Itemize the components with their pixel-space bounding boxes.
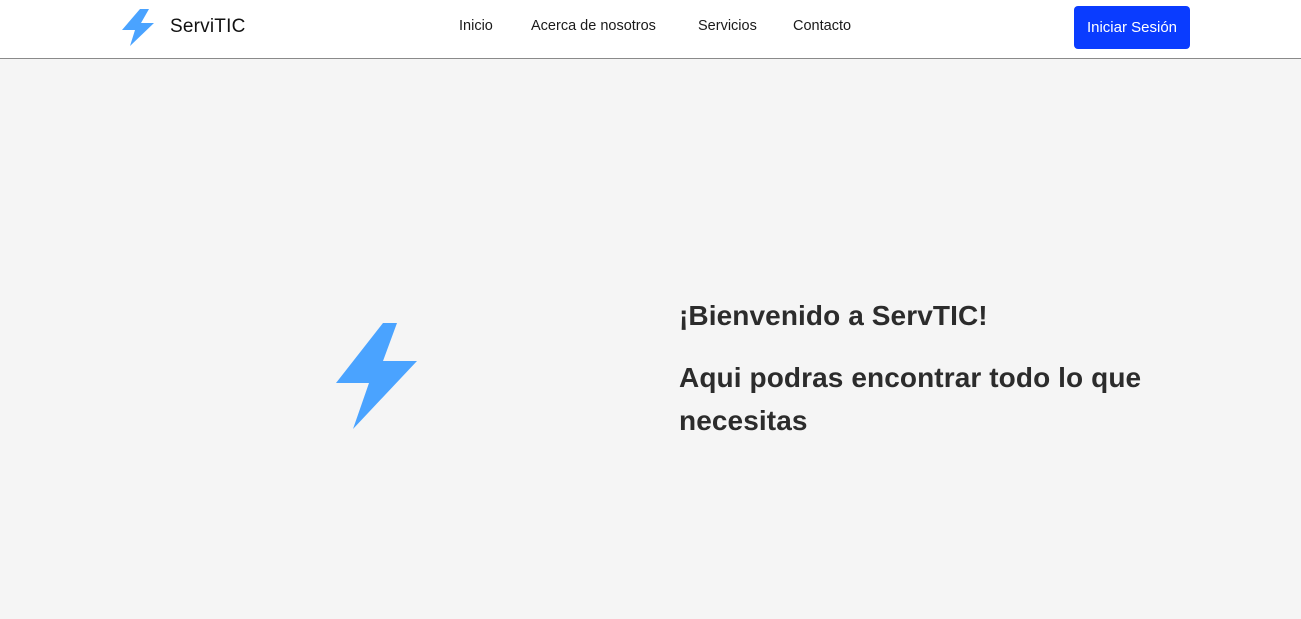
site-header: ServiTIC Inicio Acerca de nosotros Servi…	[0, 0, 1301, 59]
hero-title: ¡Bienvenido a ServTIC!	[679, 300, 988, 331]
hero-section: ¡Bienvenido a ServTIC! Aqui podras encon…	[0, 60, 1301, 619]
nav-item-servicios[interactable]: Servicios	[698, 18, 757, 34]
brand-name: ServiTIC	[170, 16, 246, 37]
nav-item-contacto[interactable]: Contacto	[793, 18, 851, 34]
nav-item-acerca[interactable]: Acerca de nosotros	[531, 18, 656, 34]
nav-item-inicio[interactable]: Inicio	[459, 18, 493, 34]
lightning-bolt-icon	[336, 323, 417, 429]
hero-text: ¡Bienvenido a ServTIC! Aqui podras encon…	[679, 298, 1149, 442]
lightning-bolt-icon	[122, 8, 154, 46]
brand-link[interactable]: ServiTIC	[120, 5, 246, 49]
login-button[interactable]: Iniciar Sesión	[1074, 6, 1190, 49]
hero-subtitle: Aqui podras encontrar todo lo que necesi…	[679, 362, 1142, 436]
